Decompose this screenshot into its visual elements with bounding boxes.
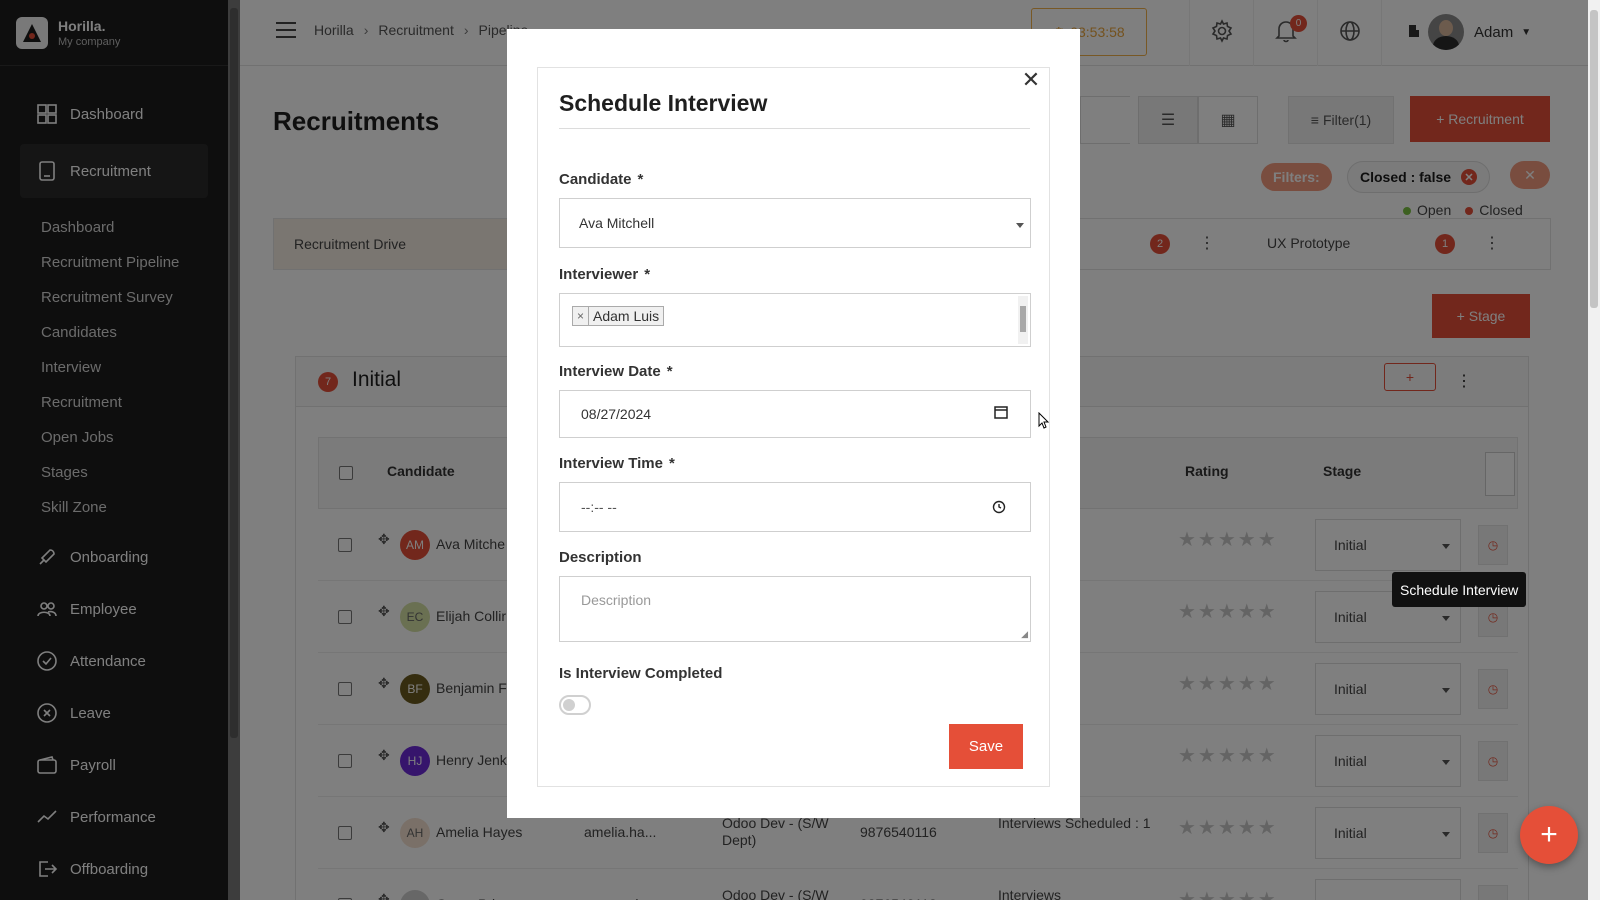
interviewer-tag: × Adam Luis xyxy=(572,306,665,326)
interview-time-input[interactable]: --:-- -- xyxy=(559,482,1031,532)
page-scrollbar[interactable] xyxy=(1588,0,1600,900)
description-placeholder: Description xyxy=(581,592,652,608)
interview-date-value: 08/27/2024 xyxy=(581,406,652,422)
close-icon[interactable]: ✕ xyxy=(1019,67,1043,92)
interviewer-multiselect[interactable]: × Adam Luis xyxy=(559,293,1031,347)
interview-time-value: --:-- -- xyxy=(581,499,617,515)
quick-add-button[interactable]: + xyxy=(1520,806,1578,864)
schedule-interview-form: ✕ Schedule Interview Candidate * Ava Mitc… xyxy=(537,67,1050,787)
interview-completed-label: Is Interview Completed xyxy=(559,665,723,682)
divider xyxy=(559,128,1030,129)
description-label: Description xyxy=(559,549,642,566)
calendar-icon[interactable] xyxy=(994,405,1008,422)
interview-time-label: Interview Time * xyxy=(559,455,675,472)
interviewer-label: Interviewer * xyxy=(559,266,651,283)
mouse-cursor-icon xyxy=(1038,411,1050,435)
description-textarea[interactable]: Description ◢ xyxy=(559,576,1031,642)
interviewer-tag-label: Adam Luis xyxy=(593,308,660,324)
candidate-select[interactable]: Ava Mitchell xyxy=(559,198,1031,248)
candidate-label: Candidate * xyxy=(559,171,644,188)
interview-date-label: Interview Date * xyxy=(559,363,673,380)
remove-tag-icon[interactable]: × xyxy=(573,307,589,325)
modal-title: Schedule Interview xyxy=(559,90,768,116)
candidate-value: Ava Mitchell xyxy=(579,215,655,231)
interview-completed-toggle[interactable] xyxy=(559,695,591,715)
schedule-interview-dialog: ✕ Schedule Interview Candidate * Ava Mitc… xyxy=(507,29,1080,818)
save-button[interactable]: Save xyxy=(949,724,1023,769)
interview-date-input[interactable]: 08/27/2024 xyxy=(559,390,1031,438)
resize-handle-icon[interactable]: ◢ xyxy=(1021,629,1028,640)
clock-icon[interactable] xyxy=(992,500,1006,517)
schedule-interview-tooltip: Schedule Interview xyxy=(1392,572,1527,607)
multiselect-scrollbar[interactable] xyxy=(1018,296,1028,344)
chevron-down-icon xyxy=(1016,223,1024,228)
